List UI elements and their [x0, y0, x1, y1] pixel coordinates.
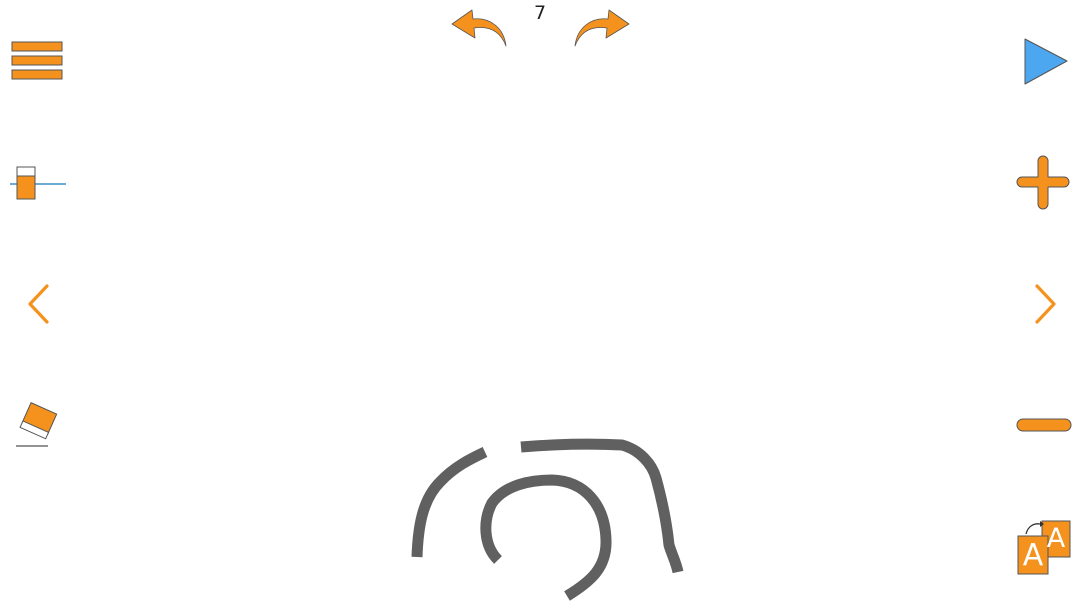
page-number: 7: [533, 2, 547, 24]
previous-page-button[interactable]: [22, 282, 56, 326]
plus-icon: [1016, 155, 1070, 210]
play-icon: [1024, 38, 1068, 85]
front-letter: A: [1022, 538, 1044, 573]
zoom-out-button[interactable]: [1014, 414, 1074, 436]
eraser-icon: [16, 402, 58, 447]
drawing-app: 7 A A: [0, 0, 1080, 608]
chevron-right-icon: [1035, 284, 1056, 324]
drawing-canvas[interactable]: [0, 0, 1080, 608]
next-page-button[interactable]: [1028, 282, 1062, 326]
hamburger-menu-icon: [11, 41, 63, 80]
undo-arrow-icon: [451, 9, 507, 47]
play-button[interactable]: [1020, 36, 1072, 88]
eraser-button[interactable]: [14, 400, 66, 450]
redo-arrow-icon: [574, 9, 630, 47]
zoom-in-button[interactable]: [1014, 154, 1074, 212]
undo-button[interactable]: [448, 8, 510, 48]
menu-button[interactable]: [10, 40, 64, 82]
thickness-slider-icon: [10, 166, 66, 200]
change-letter-button[interactable]: A A: [1014, 518, 1074, 578]
chevron-left-icon: [28, 284, 49, 324]
ink-stroke: [480, 474, 612, 601]
letter-swap-icon: A A: [1014, 518, 1074, 578]
pen-thickness-button[interactable]: [8, 164, 68, 204]
redo-button[interactable]: [571, 8, 633, 48]
ink-stroke: [411, 447, 488, 558]
minus-icon: [1016, 418, 1072, 432]
